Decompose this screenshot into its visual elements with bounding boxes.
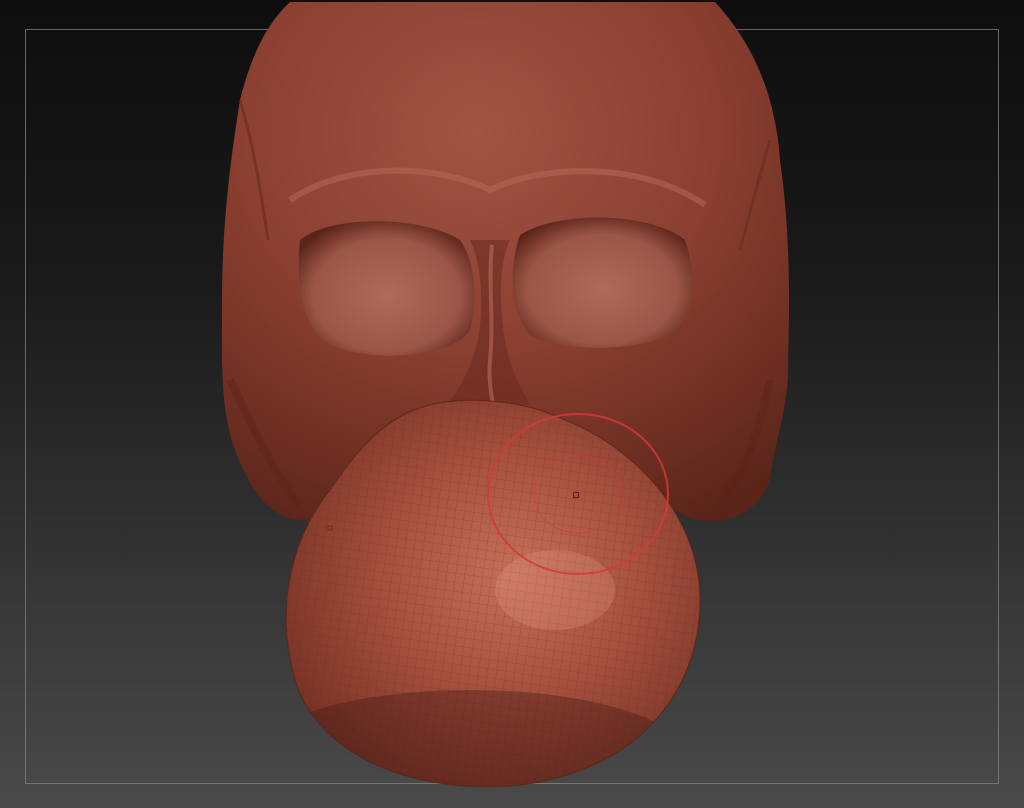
viewport-canvas[interactable] [0, 0, 1024, 808]
sculpt-viewport[interactable] [0, 0, 1024, 808]
left-eye-socket [298, 221, 475, 356]
right-eye-socket [512, 217, 692, 348]
